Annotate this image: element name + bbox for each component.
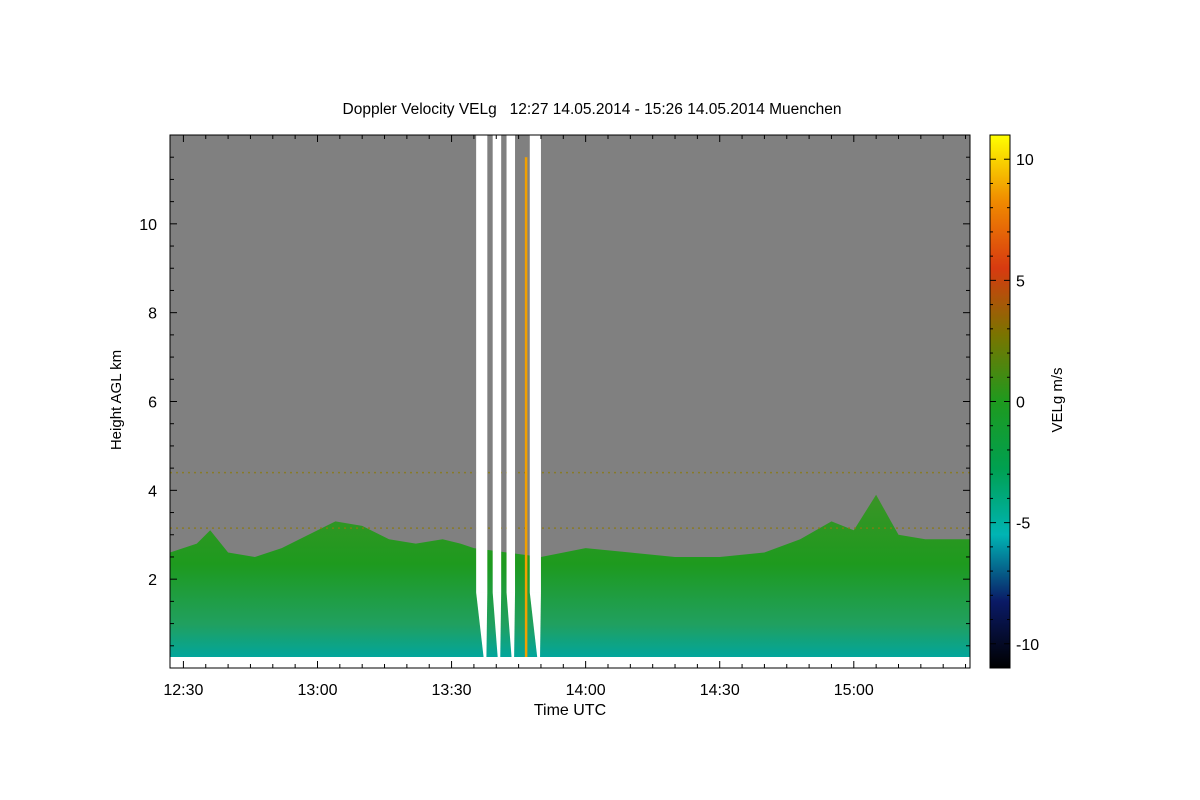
plot-area — [170, 135, 970, 668]
x-tick-label: 14:30 — [700, 682, 740, 699]
colorbar-tick-label: -5 — [1016, 516, 1030, 533]
doppler-velocity-figure: Doppler Velocity VELg 12:27 14.05.2014 -… — [108, 101, 1066, 719]
colorbar-label: VELg m/s — [1049, 367, 1066, 432]
y-tick-label: 6 — [148, 395, 157, 412]
colorbar: 10 5 0 -5 -10 VELg m/s — [989, 134, 1066, 669]
x-tick-label: 15:00 — [834, 682, 874, 699]
y-tick-label: 8 — [148, 306, 157, 323]
precip-gap-2 — [492, 135, 502, 593]
colorbar-tick-label: 5 — [1016, 273, 1025, 290]
precip-gap-3 — [506, 135, 516, 593]
rain-streak — [524, 157, 528, 660]
colorbar-tick-label: -10 — [1016, 637, 1039, 654]
x-tick-label: 14:00 — [566, 682, 606, 699]
x-axis-label: Time UTC — [534, 702, 606, 719]
y-tick-label: 4 — [148, 483, 157, 500]
precip-gap-1 — [476, 135, 488, 593]
y-axis-label: Height AGL km — [108, 350, 125, 450]
x-tick-label: 12:30 — [163, 682, 203, 699]
precip-gap-4 — [529, 135, 541, 593]
chart-title: Doppler Velocity VELg 12:27 14.05.2014 -… — [343, 101, 842, 118]
colorbar-tick-label: 10 — [1016, 152, 1034, 169]
colorbar-tick-label: 0 — [1016, 395, 1025, 412]
y-tick-label: 10 — [139, 217, 157, 234]
no-data-strip — [170, 657, 970, 668]
x-tick-label: 13:00 — [297, 682, 337, 699]
precipitation-gaps — [476, 135, 541, 664]
y-tick-label: 2 — [148, 572, 157, 589]
x-tick-label: 13:30 — [432, 682, 472, 699]
